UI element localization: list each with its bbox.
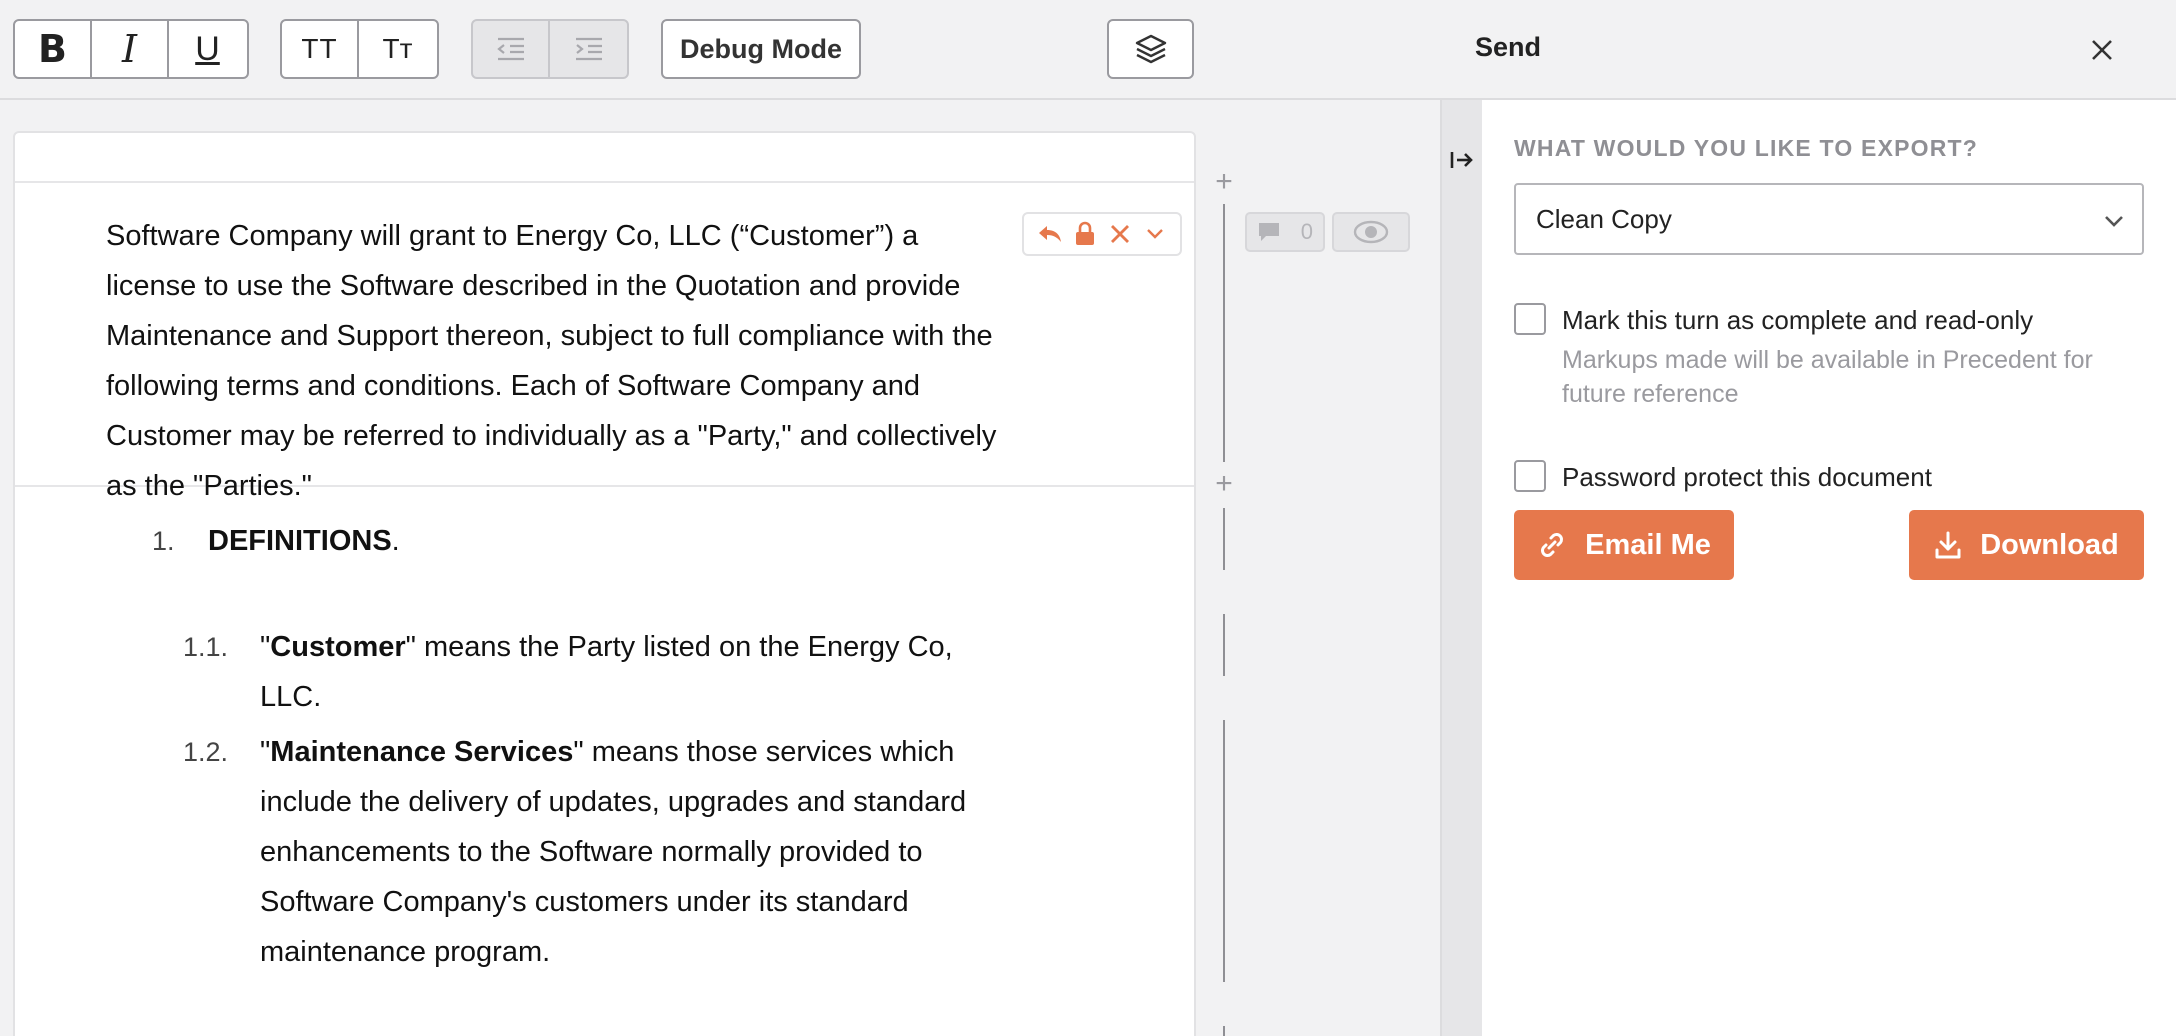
underline-button[interactable]: U: [169, 21, 246, 77]
gutter-line-5: [1223, 1026, 1225, 1036]
editor-area: B I U TT Tт Debug Mode Software Company …: [0, 0, 1442, 1036]
indent-button[interactable]: [550, 21, 627, 77]
section-1-heading[interactable]: DEFINITIONS.: [208, 516, 400, 566]
password-text: Password protect this document: [1562, 460, 1932, 494]
debug-mode-button[interactable]: Debug Mode: [661, 19, 861, 79]
email-me-label: Email Me: [1585, 528, 1711, 561]
item-1-2-number: 1.2.: [183, 737, 229, 767]
download-button[interactable]: Download: [1909, 510, 2144, 580]
section-1-title: DEFINITIONS: [208, 525, 392, 557]
export-type-select[interactable]: Clean Copy: [1514, 183, 2144, 255]
close-button[interactable]: [2082, 30, 2122, 70]
uppercase-button[interactable]: TT: [282, 21, 359, 77]
gutter-line-4: [1223, 720, 1225, 982]
document-card: Software Company will grant to Energy Co…: [13, 131, 1196, 1036]
editor-toolbar: B I U TT Tт Debug Mode: [0, 0, 1442, 100]
password-checkbox[interactable]: [1514, 460, 1546, 492]
gutter-line-2: [1223, 508, 1225, 570]
email-me-button[interactable]: Email Me: [1514, 510, 1734, 580]
panel-collapse-rail: [1442, 100, 1482, 1036]
comment-count: 0: [1300, 219, 1313, 244]
outdent-icon: [496, 37, 524, 61]
case-group: TT Tт: [280, 19, 439, 79]
reply-icon[interactable]: [1035, 219, 1065, 249]
item-1-1-paragraph[interactable]: "Customer" means the Party listed on the…: [260, 622, 1020, 722]
visibility-toggle[interactable]: [1332, 212, 1410, 252]
layers-button[interactable]: [1107, 19, 1194, 79]
chevron-down-icon: [2105, 216, 2123, 227]
item-1-2-term: Maintenance Services: [270, 736, 574, 768]
section-1-suffix: .: [391, 525, 400, 557]
add-paragraph-plus-2[interactable]: +: [1212, 469, 1236, 499]
export-label: WHAT WOULD YOU LIKE TO EXPORT?: [1514, 135, 1979, 161]
complete-checkbox[interactable]: [1514, 303, 1546, 335]
item-1-2-paragraph[interactable]: "Maintenance Services" means those servi…: [260, 727, 970, 977]
intro-paragraph[interactable]: Software Company will grant to Energy Co…: [106, 211, 1016, 511]
send-panel-title: Send: [1475, 32, 1542, 62]
comment-count-button[interactable]: 0: [1245, 212, 1325, 252]
indent-icon: [575, 37, 602, 61]
collapse-panel-icon[interactable]: [1446, 144, 1478, 176]
complete-label: Mark this turn as complete and read-only: [1562, 305, 2034, 335]
password-option: Password protect this document: [1514, 460, 1932, 494]
bold-button[interactable]: B: [15, 21, 92, 77]
gutter-line-3: [1223, 614, 1225, 676]
comment-icon: [1259, 223, 1279, 241]
outdent-button[interactable]: [473, 21, 550, 77]
password-label: Password protect this document: [1562, 462, 1932, 492]
indent-group: [471, 19, 629, 79]
gutter-line-1: [1223, 204, 1225, 462]
doc-divider-top: [15, 181, 1194, 183]
reject-icon[interactable]: [1105, 219, 1135, 249]
link-icon: [1541, 533, 1564, 557]
complete-option: Mark this turn as complete and read-only…: [1514, 303, 2122, 411]
app-root: B I U TT Tт Debug Mode Software Company …: [0, 0, 2176, 1036]
item-1-1-number: 1.1.: [183, 632, 229, 662]
item-1-1-term: Customer: [270, 631, 406, 663]
chevron-down-icon[interactable]: [1140, 219, 1170, 249]
download-icon: [1935, 531, 1961, 559]
send-panel-header: Send: [1442, 0, 2176, 100]
download-label: Download: [1980, 528, 2119, 561]
paragraph-actions: [1022, 212, 1182, 256]
lock-icon[interactable]: [1070, 219, 1100, 249]
section-1-number: 1.: [152, 526, 175, 556]
item-1-2-text: " means those services which include the…: [260, 736, 967, 968]
add-paragraph-plus-1[interactable]: +: [1212, 167, 1236, 197]
send-panel: Send WHAT WOULD YOU LIKE TO EXPORT? Clea…: [1442, 0, 2176, 1036]
text-style-group: B I U: [13, 19, 249, 79]
export-type-value: Clean Copy: [1536, 203, 1672, 234]
layers-icon: [1135, 34, 1166, 64]
visibility-icon: [1353, 220, 1389, 244]
smallcaps-button[interactable]: Tт: [359, 21, 436, 77]
close-icon: [2092, 40, 2112, 60]
italic-button[interactable]: I: [92, 21, 169, 77]
complete-text: Mark this turn as complete and read-only…: [1562, 303, 2122, 411]
complete-help: Markups made will be available in Preced…: [1562, 346, 2093, 408]
